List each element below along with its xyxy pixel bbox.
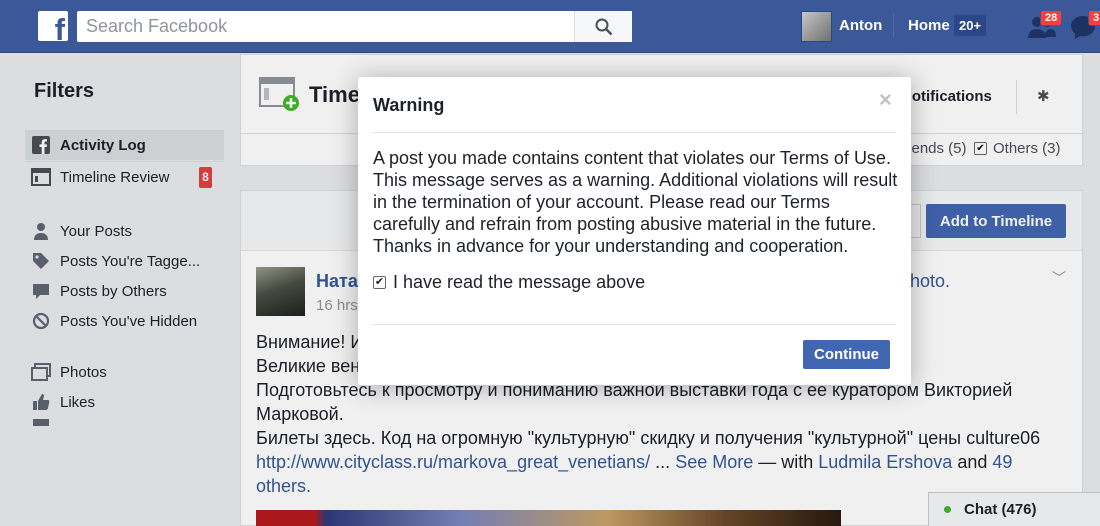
nav-divider	[893, 14, 894, 38]
profile-avatar[interactable]	[801, 11, 832, 42]
continue-button[interactable]: Continue	[803, 340, 890, 369]
facebook-logo-icon[interactable]: f	[38, 11, 68, 41]
home-link[interactable]: Home	[908, 17, 950, 34]
search-input[interactable]	[77, 11, 577, 42]
dialog-title: Warning	[373, 95, 445, 115]
home-count-badge: 20+	[954, 15, 987, 36]
dialog-divider	[373, 324, 896, 325]
acknowledge-label: I have read the message above	[393, 272, 646, 292]
top-navigation-bar: f Anton Home 20+ 28 3	[0, 0, 1100, 53]
friend-requests-badge: 28	[1040, 10, 1063, 26]
messages-badge: 3	[1088, 10, 1100, 26]
dialog-message: A post you made contains content that vi…	[373, 148, 898, 256]
close-icon[interactable]: ×	[879, 87, 892, 113]
acknowledge-checkbox-row[interactable]: ✔ I have read the message above	[373, 272, 645, 293]
profile-name-link[interactable]: Anton	[839, 17, 882, 34]
acknowledge-checkbox[interactable]: ✔	[373, 276, 386, 289]
search-icon	[595, 18, 612, 35]
dialog-divider	[373, 132, 896, 133]
search-box[interactable]	[77, 11, 632, 42]
warning-dialog: Warning × A post you made contains conte…	[358, 77, 911, 385]
search-button[interactable]	[574, 11, 632, 42]
